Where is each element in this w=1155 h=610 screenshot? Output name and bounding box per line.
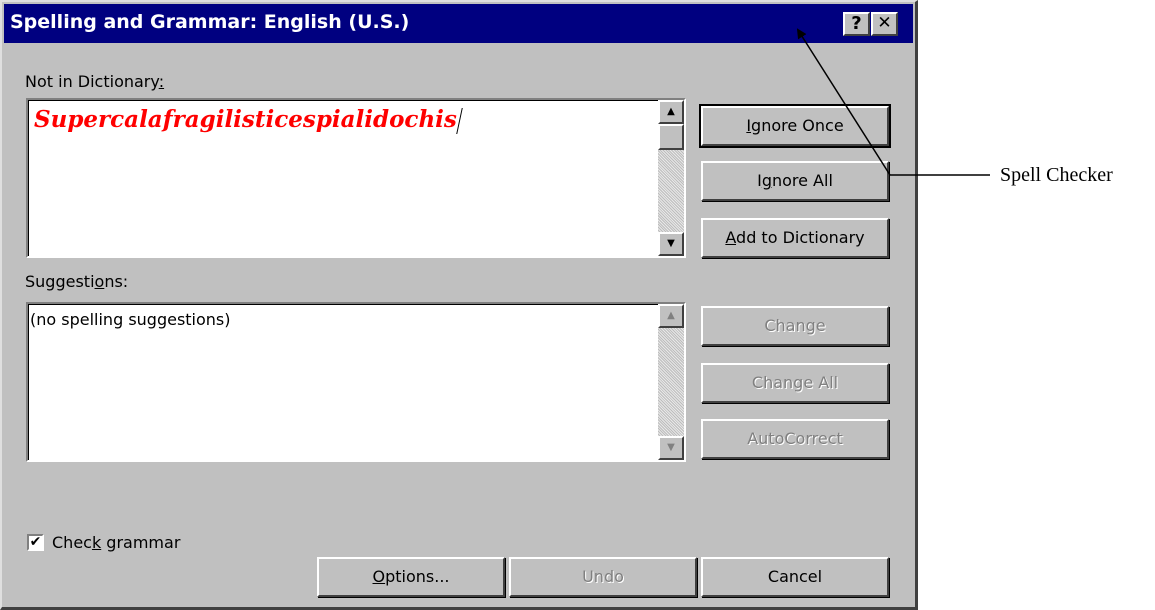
- spell-checker-annotation: Spell Checker: [1000, 164, 1113, 186]
- annotation-overlay: [796, 28, 990, 176]
- annotation-arrow-line: [796, 28, 990, 176]
